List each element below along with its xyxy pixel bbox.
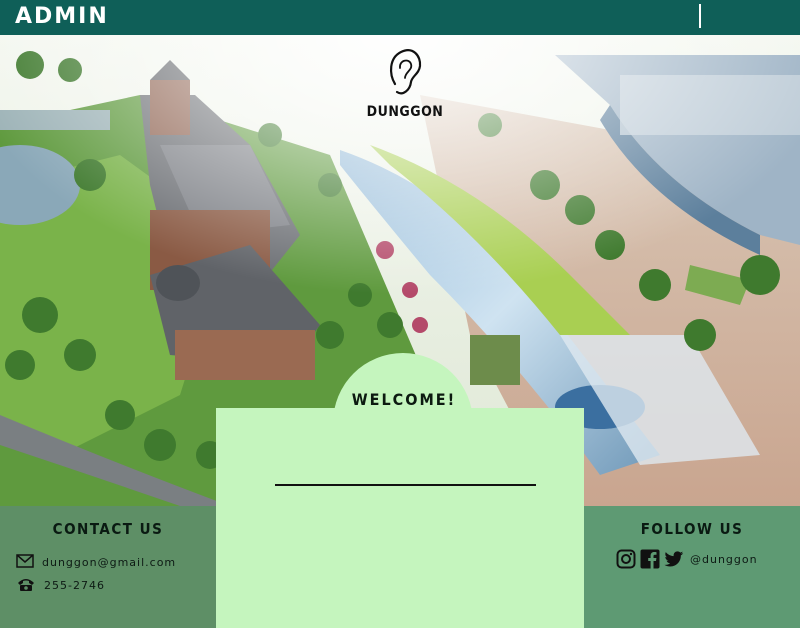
social-links: @dunggon <box>616 549 758 569</box>
facebook-icon[interactable] <box>640 549 660 569</box>
phone-icon <box>16 576 36 595</box>
email-row[interactable]: dunggon@gmail.com <box>16 554 176 571</box>
contact-panel: CONTACT US dunggon@gmail.com 255-2746 <box>0 506 216 628</box>
admin-title[interactable]: ADMIN <box>15 4 109 29</box>
contact-phone[interactable]: 255-2746 <box>44 579 105 592</box>
ear-icon <box>387 49 423 102</box>
mail-icon <box>16 554 34 571</box>
social-handle[interactable]: @dunggon <box>690 553 758 566</box>
top-bar: ADMIN <box>0 0 800 35</box>
welcome-divider <box>275 484 536 486</box>
phone-row[interactable]: 255-2746 <box>16 576 105 595</box>
contact-title: CONTACT US <box>52 520 164 538</box>
welcome-card <box>216 408 584 628</box>
twitter-icon[interactable] <box>664 549 684 569</box>
logo-text: DUNGGON <box>366 104 444 120</box>
follow-title: FOLLOW US <box>640 520 744 538</box>
welcome-title: WELCOME! <box>351 390 457 409</box>
instagram-icon[interactable] <box>616 549 636 569</box>
follow-panel: FOLLOW US @dunggon <box>584 506 800 628</box>
site-logo[interactable]: DUNGGON <box>360 46 450 120</box>
topbar-divider <box>699 4 701 28</box>
contact-email[interactable]: dunggon@gmail.com <box>42 556 176 569</box>
